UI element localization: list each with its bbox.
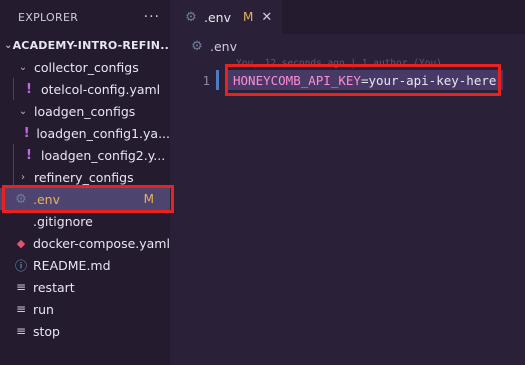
tree-item-label: collector_configs (34, 59, 139, 75)
tab-bar: ⚙ .env M ✕ (170, 0, 525, 34)
tree-item-stop[interactable]: ≡ stop (0, 320, 170, 342)
file-tree: ⌄ ACADEMY-INTRO-REFIN... ⌄ collector_con… (0, 34, 170, 342)
text-file-icon: ≡ (15, 324, 27, 338)
tree-item-label: stop (33, 323, 60, 339)
tree-item-run[interactable]: ≡ run (0, 298, 170, 320)
tree-item-label: run (33, 301, 54, 317)
yaml-file-icon: ! (26, 81, 32, 97)
tree-item-label: loadgen_config1.ya... (36, 125, 170, 141)
text-file-icon: ≡ (15, 302, 27, 316)
line-number: 1 (202, 72, 210, 88)
gear-icon: ⚙ (191, 38, 203, 54)
tree-item-refinery-configs[interactable]: › refinery_configs (0, 166, 170, 188)
env-value: your-api-key-here (368, 72, 497, 88)
explorer-sidebar: EXPLORER ··· ⌄ ACADEMY-INTRO-REFIN... ⌄ … (0, 0, 170, 365)
git-change-marker (216, 70, 219, 90)
tree-item-label: docker-compose.yaml (33, 235, 170, 251)
tree-item-otelcol-config[interactable]: ! otelcol-config.yaml (0, 78, 170, 100)
env-equals: = (360, 72, 369, 88)
breadcrumb-label: .env (210, 38, 237, 54)
env-key: HONEYCOMB_API_KEY (233, 72, 361, 88)
yaml-file-icon: ! (23, 125, 30, 141)
close-icon[interactable]: ✕ (261, 10, 272, 25)
gear-icon: ⚙ (185, 9, 197, 25)
text-file-icon: ≡ (15, 280, 27, 294)
chevron-down-icon: ⌄ (4, 39, 13, 51)
tree-item-label: .gitignore (33, 213, 93, 229)
tree-item-gitignore[interactable]: .gitignore (0, 210, 170, 232)
tree-item-readme[interactable]: ⓘ README.md (0, 254, 170, 276)
gear-icon: ⚙ (15, 191, 27, 207)
docker-icon: ◆ (16, 236, 26, 250)
tree-item-docker-compose[interactable]: ◆ docker-compose.yaml (0, 232, 170, 254)
tree-item-loadgen-config2[interactable]: ! loadgen_config2.y... (0, 144, 170, 166)
tree-item-label: .env (33, 191, 60, 207)
modified-badge: M (143, 192, 154, 206)
tree-item-label: README.md (33, 257, 111, 273)
workspace-root[interactable]: ⌄ ACADEMY-INTRO-REFIN... (0, 34, 170, 56)
chevron-down-icon: ⌄ (18, 105, 28, 117)
tab-env[interactable]: ⚙ .env M ✕ (170, 0, 283, 34)
editor-area: ⚙ .env M ✕ ⚙ .env You, 12 seconds ago | … (170, 0, 525, 365)
tree-item-collector-configs[interactable]: ⌄ collector_configs (0, 56, 170, 78)
tab-label: .env (204, 9, 231, 25)
tree-item-restart[interactable]: ≡ restart (0, 276, 170, 298)
workspace-root-label: ACADEMY-INTRO-REFIN... (12, 38, 170, 52)
tree-item-label: loadgen_config2.y... (41, 147, 166, 163)
tree-item-label: loadgen_configs (34, 103, 136, 119)
tree-item-label: restart (33, 279, 75, 295)
tree-item-label: otelcol-config.yaml (41, 81, 161, 97)
git-blame-annotation: You, 12 seconds ago | 1 author (You) (236, 58, 442, 69)
tree-item-env[interactable]: ⚙ .env M (0, 188, 170, 210)
tab-modified-badge: M (242, 10, 254, 24)
chevron-right-icon: › (21, 171, 25, 183)
code-text[interactable]: HONEYCOMB_API_KEY = your-api-key-here (227, 70, 503, 90)
code-line-1[interactable]: 1 HONEYCOMB_API_KEY = your-api-key-here (170, 70, 525, 90)
yaml-file-icon: ! (26, 147, 32, 163)
tree-item-loadgen-configs[interactable]: ⌄ loadgen_configs (0, 100, 170, 122)
tree-item-label: refinery_configs (34, 169, 134, 185)
explorer-title: EXPLORER (18, 10, 79, 24)
breadcrumb[interactable]: ⚙ .env (170, 34, 525, 58)
explorer-header: EXPLORER ··· (0, 0, 170, 34)
tree-item-loadgen-config1[interactable]: ! loadgen_config1.ya... (0, 122, 170, 144)
info-icon: ⓘ (14, 258, 27, 273)
chevron-down-icon: ⌄ (18, 61, 28, 73)
more-actions-icon[interactable]: ··· (144, 9, 160, 25)
